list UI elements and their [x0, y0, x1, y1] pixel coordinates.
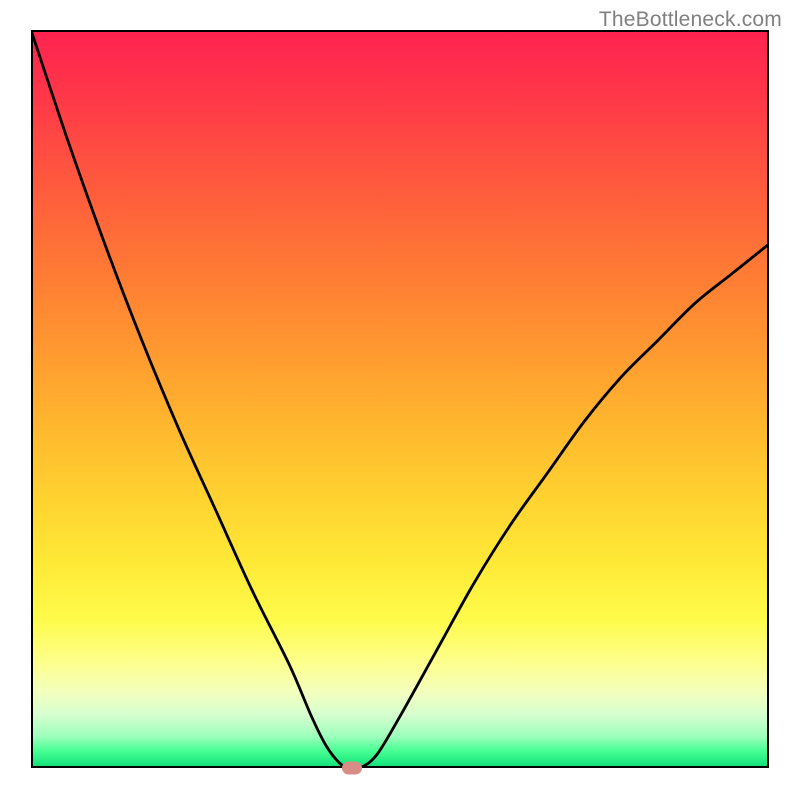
- optimal-point-marker: [342, 762, 362, 775]
- bottleneck-curve-path: [31, 30, 769, 768]
- chart-curve-svg: [31, 30, 769, 768]
- site-watermark: TheBottleneck.com: [599, 8, 782, 32]
- bottleneck-chart: [31, 30, 769, 768]
